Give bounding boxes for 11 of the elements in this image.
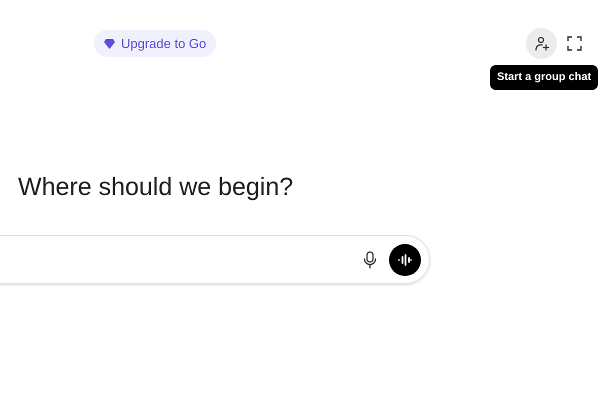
sound-wave-icon xyxy=(398,254,412,266)
group-chat-button[interactable] xyxy=(526,28,557,59)
tooltip: Start a group chat xyxy=(490,65,598,90)
fullscreen-icon[interactable] xyxy=(567,36,582,51)
voice-mode-button[interactable] xyxy=(389,244,421,276)
upgrade-badge[interactable]: Upgrade to Go xyxy=(94,30,216,57)
page-heading: Where should we begin? xyxy=(18,172,294,202)
message-input-field[interactable] xyxy=(0,235,430,284)
diamond-icon xyxy=(104,38,115,48)
person-plus-icon xyxy=(534,36,550,52)
microphone-icon[interactable] xyxy=(363,250,377,268)
